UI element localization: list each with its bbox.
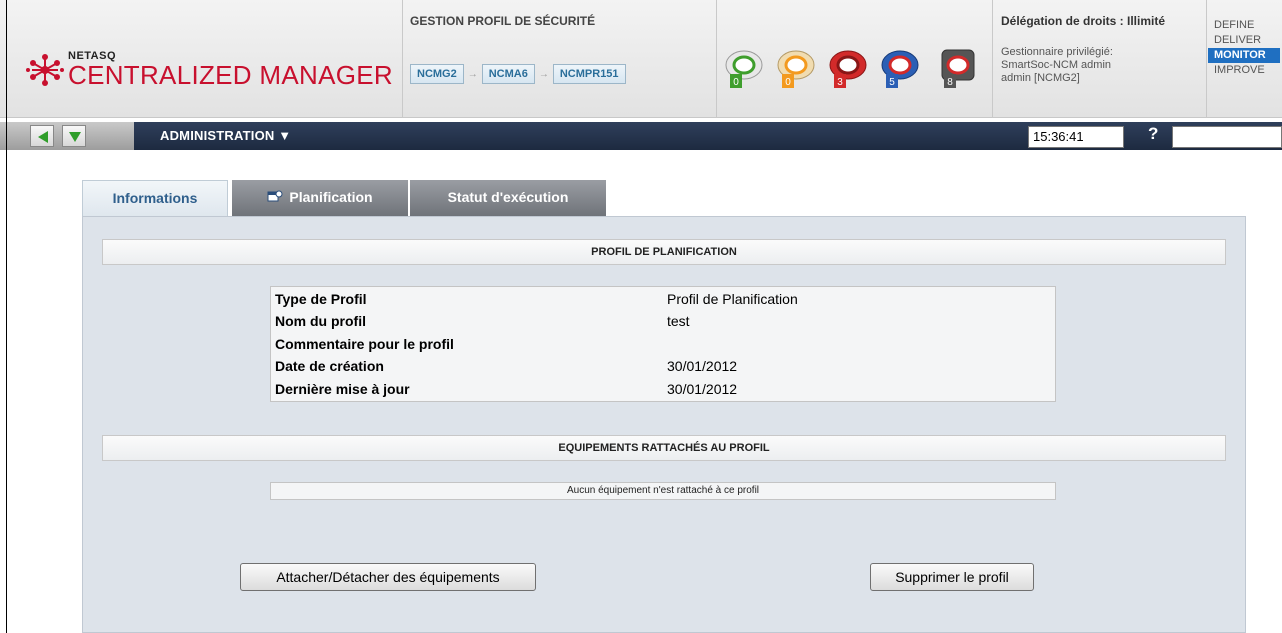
delegation-user: SmartSoc-NCM admin	[1001, 59, 1112, 71]
tab-informations-label: Informations	[112, 190, 198, 206]
header-divider	[716, 0, 717, 118]
attach-detach-button[interactable]: Attacher/Détacher des équipements	[240, 563, 536, 591]
info-label: Date de création	[275, 358, 384, 374]
breadcrumb-arrow-icon: →	[467, 68, 478, 80]
status-count-3: 5	[889, 77, 895, 88]
delegation-manager-label: Gestionnaire privilégié:	[1001, 46, 1113, 58]
brand-title: CENTRALIZED MANAGER	[68, 60, 393, 90]
schedule-icon	[267, 190, 283, 202]
info-label: Nom du profil	[275, 313, 366, 329]
header-divider	[1206, 0, 1207, 118]
breadcrumb: NCMG2 → NCMA6 → NCMPR151	[410, 64, 626, 84]
expand-button[interactable]	[62, 125, 86, 147]
help-icon[interactable]: ?	[1148, 124, 1158, 144]
menu-item-deliver[interactable]: DELIVER	[1208, 33, 1280, 48]
status-blue-icon[interactable]: 5	[880, 48, 920, 90]
status-count-1: 0	[785, 77, 791, 88]
info-label: Commentaire pour le profil	[275, 336, 454, 352]
equipment-empty-message: Aucun équipement n'est rattaché à ce pro…	[270, 482, 1056, 500]
delegation-account: admin [NCMG2]	[1001, 72, 1080, 84]
status-green-icon[interactable]: 0	[724, 48, 764, 90]
breadcrumb-item-ncmg2[interactable]: NCMG2	[410, 64, 464, 84]
info-row: Type de Profil Profil de Planification	[275, 291, 1055, 309]
breadcrumb-item-ncmpr151[interactable]: NCMPR151	[552, 64, 626, 84]
tab-planification-label: Planification	[289, 189, 373, 205]
delete-profile-button[interactable]: Supprimer le profil	[870, 563, 1034, 591]
left-frame-border	[6, 0, 7, 633]
profile-info-table: Type de Profil Profil de Planification N…	[270, 286, 1056, 402]
nav-controls	[0, 122, 134, 150]
app-header: NETASQ CENTRALIZED MANAGER GESTION PROFI…	[0, 0, 1282, 118]
info-row: Date de création 30/01/2012	[275, 358, 1055, 376]
menu-item-define[interactable]: DEFINE	[1208, 18, 1280, 33]
menu-item-monitor[interactable]: MONITOR	[1208, 48, 1280, 63]
arrow-left-icon	[38, 131, 48, 143]
info-label: Dernière mise à jour	[275, 381, 410, 397]
nav-bar: ADMINISTRATION ▼ 15:36:41 ?	[0, 122, 1282, 150]
status-orange-icon[interactable]: 0	[776, 48, 816, 90]
info-value: test	[667, 313, 690, 329]
tab-planification[interactable]: Planification	[232, 180, 408, 216]
status-count-2: 3	[837, 77, 843, 88]
info-row: Dernière mise à jour 30/01/2012	[275, 381, 1055, 399]
lifecycle-menu: DEFINE DELIVER MONITOR IMPROVE	[1208, 18, 1280, 78]
clock-display: 15:36:41	[1028, 126, 1124, 148]
netasq-star-icon	[26, 54, 64, 86]
tab-statut-execution[interactable]: Statut d'exécution	[410, 180, 606, 216]
header-divider	[992, 0, 993, 118]
status-count-0: 0	[733, 77, 739, 88]
netasq-logo: NETASQ CENTRALIZED MANAGER	[16, 46, 396, 96]
equipment-section-header: EQUIPEMENTS RATTACHÉS AU PROFIL	[102, 435, 1226, 461]
info-value: 30/01/2012	[667, 381, 738, 397]
status-count-4: 8	[947, 77, 953, 88]
tab-informations[interactable]: Informations	[82, 180, 228, 216]
status-red-icon[interactable]: 3	[828, 48, 868, 90]
status-icons: 0 0 3 5 8	[724, 48, 984, 92]
breadcrumb-item-ncma6[interactable]: NCMA6	[481, 64, 535, 84]
status-gray-icon[interactable]: 8	[938, 48, 978, 90]
info-value: 30/01/2012	[667, 358, 738, 374]
header-divider	[402, 0, 403, 118]
menu-item-improve[interactable]: IMPROVE	[1208, 63, 1280, 78]
delegation-title: Délégation de droits : Illimité	[1001, 14, 1166, 28]
nav-search-field[interactable]	[1172, 126, 1282, 148]
arrow-down-icon	[69, 132, 81, 142]
breadcrumb-arrow-icon: →	[538, 68, 549, 80]
administration-menu[interactable]: ADMINISTRATION ▼	[160, 128, 291, 143]
info-row: Commentaire pour le profil	[275, 336, 1055, 354]
back-button[interactable]	[30, 125, 54, 147]
tab-statut-label: Statut d'exécution	[447, 189, 569, 205]
info-row: Nom du profil test	[275, 313, 1055, 331]
profile-section-header: PROFIL DE PLANIFICATION	[102, 239, 1226, 265]
info-label: Type de Profil	[275, 291, 367, 307]
security-profile-title: GESTION PROFIL DE SÉCURITÉ	[410, 14, 596, 28]
info-value: Profil de Planification	[667, 291, 798, 307]
